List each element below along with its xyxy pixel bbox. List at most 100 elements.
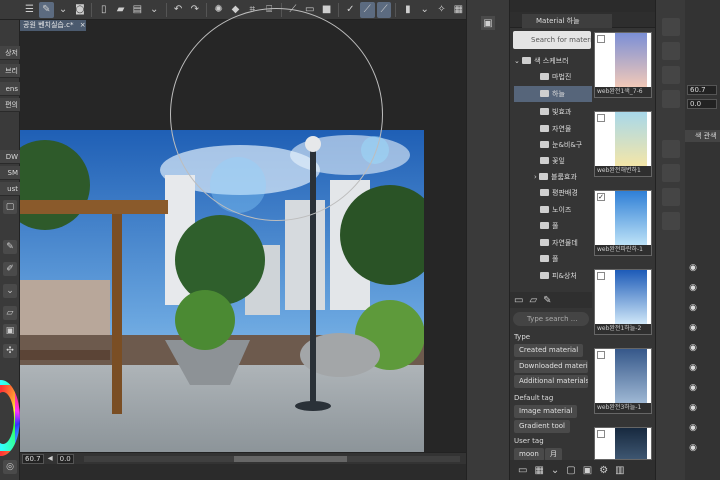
tree-item[interactable]: 풀	[514, 251, 592, 267]
eye-icon[interactable]: ◉	[688, 263, 698, 273]
lock-icon[interactable]: ▣	[3, 324, 17, 338]
scroll-thumb[interactable]	[234, 455, 348, 462]
duplicate-icon[interactable]: ▣	[583, 465, 592, 476]
tablet-icon[interactable]: ▮	[400, 2, 415, 18]
paste-icon[interactable]: ▭	[518, 465, 527, 476]
target-icon[interactable]: ◎	[3, 460, 17, 474]
undo-icon[interactable]: ↶	[171, 2, 186, 18]
default-tag-chip[interactable]: Gradient tool	[514, 420, 570, 433]
tree-item[interactable]: 자연물데	[514, 235, 592, 251]
horizontal-scrollbar[interactable]	[83, 455, 460, 462]
save-icon[interactable]: ▤	[130, 2, 145, 18]
material-thumbnail[interactable]	[594, 427, 652, 460]
eye-icon[interactable]: ◉	[688, 323, 698, 333]
panel-icon[interactable]	[662, 18, 680, 36]
material-tab[interactable]: Material 하늘	[522, 14, 612, 28]
new-folder-icon[interactable]: ▭	[514, 295, 523, 306]
thumbnail-checkbox[interactable]	[597, 272, 605, 280]
tree-item[interactable]: › 블룸효과	[514, 169, 592, 185]
document-tab[interactable]: 공원 벤치실습.c* ×	[20, 20, 86, 31]
eye-icon[interactable]: ◉	[688, 383, 698, 393]
thumbnail-checkbox[interactable]	[597, 114, 605, 122]
chevron-down-icon[interactable]: ⌄	[3, 284, 17, 298]
tree-item[interactable]: 자연물	[514, 121, 592, 137]
brush-icon[interactable]: ✐	[3, 262, 17, 276]
panel-icon[interactable]	[662, 42, 680, 60]
chevron-down-icon[interactable]: ⌄	[551, 465, 559, 476]
material-thumbnail[interactable]: web완전해변하1	[594, 111, 652, 177]
angle-field[interactable]: 0.0	[56, 453, 74, 464]
spinner-icon[interactable]: ✺	[211, 2, 226, 18]
panel-icon[interactable]	[662, 212, 680, 230]
thumbnail-checkbox[interactable]	[597, 35, 605, 43]
copy-icon[interactable]: ▢	[566, 465, 575, 476]
material-thumbnail[interactable]: web완전1색_7-6	[594, 32, 652, 98]
tool-label[interactable]: ust	[0, 182, 20, 196]
redo-icon[interactable]: ↷	[187, 2, 202, 18]
tool-label[interactable]: 브리	[0, 64, 20, 78]
menu-icon[interactable]: ☰	[22, 2, 37, 18]
stroke-icon[interactable]: ⟋	[359, 1, 375, 18]
open-folder-icon[interactable]: ▰	[113, 2, 128, 18]
tree-item[interactable]: 눈&비&구	[514, 137, 592, 153]
palette-icon[interactable]: ✧	[434, 2, 449, 18]
panel-icon[interactable]	[662, 188, 680, 206]
chevron-down-icon[interactable]: ⌄	[417, 2, 432, 18]
eye-icon[interactable]: ◉	[688, 423, 698, 433]
type-chip[interactable]: Additional materials	[514, 375, 588, 388]
settings-icon[interactable]: ✣	[3, 344, 17, 358]
tree-item[interactable]: 빛효과	[514, 104, 592, 120]
pen-icon[interactable]: ✎	[3, 240, 17, 254]
thumbnail-checkbox[interactable]	[597, 430, 605, 438]
tool-label[interactable]: ens	[0, 82, 20, 96]
navigator-zoom[interactable]: 60.7	[687, 85, 717, 95]
grid-icon[interactable]: ▦	[451, 2, 466, 18]
eye-icon[interactable]: ◉	[688, 363, 698, 373]
stroke-alt-icon[interactable]: ⟋	[376, 1, 392, 18]
tree-item[interactable]: 마법진	[514, 69, 592, 85]
tree-item[interactable]: 노이즈	[514, 202, 592, 218]
properties-icon[interactable]: ⚙	[599, 465, 608, 476]
tree-item[interactable]: 평판배경	[514, 185, 592, 201]
thumbnail-checkbox[interactable]: ✓	[597, 193, 605, 201]
panel-icon[interactable]	[662, 66, 680, 84]
default-tag-chip[interactable]: Image material	[514, 405, 578, 418]
material-thumbnail[interactable]: ✓ web완전파란하-1	[594, 190, 652, 256]
panel-icon[interactable]	[662, 90, 680, 108]
panel-icon[interactable]	[662, 140, 680, 158]
tree-item[interactable]: ⌄ 색 스케브러	[514, 53, 592, 69]
panel-toggle-icon[interactable]: ▣	[481, 16, 495, 30]
trash-icon[interactable]: ▢	[3, 200, 17, 214]
zoom-slider-icon[interactable]: ◂	[48, 453, 53, 464]
tree-item[interactable]: 꽃잎	[514, 153, 592, 169]
type-chip[interactable]: Downloaded materi	[514, 360, 588, 373]
material-thumbnail[interactable]: web완전3하늘-1	[594, 348, 652, 414]
eye-icon[interactable]: ◉	[688, 303, 698, 313]
eraser-icon[interactable]: ▱	[3, 306, 17, 320]
eye-icon[interactable]: ◉	[688, 343, 698, 353]
tool-label[interactable]: SM	[0, 166, 20, 180]
eye-icon[interactable]: ◉	[688, 283, 698, 293]
type-chip[interactable]: Created material	[514, 344, 584, 357]
delete-icon[interactable]: ▥	[615, 465, 624, 476]
mask-icon[interactable]: ◙	[73, 2, 88, 18]
chevron-down-icon[interactable]: ⌄	[56, 2, 71, 18]
chevron-down-icon[interactable]: ⌄	[514, 57, 522, 65]
eye-icon[interactable]: ◉	[688, 403, 698, 413]
edit-folder-icon[interactable]: ✎	[543, 295, 551, 306]
pen-tool-icon[interactable]: ✎	[38, 1, 54, 18]
checkmark-icon[interactable]: ✓	[343, 2, 358, 18]
square-icon[interactable]: ■	[319, 2, 334, 18]
navigator-angle[interactable]: 0.0	[687, 99, 717, 109]
zoom-field[interactable]: 60.7	[22, 453, 44, 464]
thumbnail-checkbox[interactable]	[597, 351, 605, 359]
tool-label[interactable]: 편의	[0, 98, 20, 112]
eye-icon[interactable]: ◉	[688, 443, 698, 453]
tool-label[interactable]: DW	[0, 150, 20, 164]
tree-item[interactable]: 피&상처	[514, 268, 592, 284]
chevron-down-icon[interactable]: ⌄	[147, 2, 162, 18]
tree-item[interactable]: 풀	[514, 218, 592, 234]
tree-item-selected[interactable]: 하늘	[514, 86, 592, 102]
view-grid-icon[interactable]: ▦	[534, 465, 543, 476]
tag-search-input[interactable]: Type search ...	[513, 312, 589, 326]
